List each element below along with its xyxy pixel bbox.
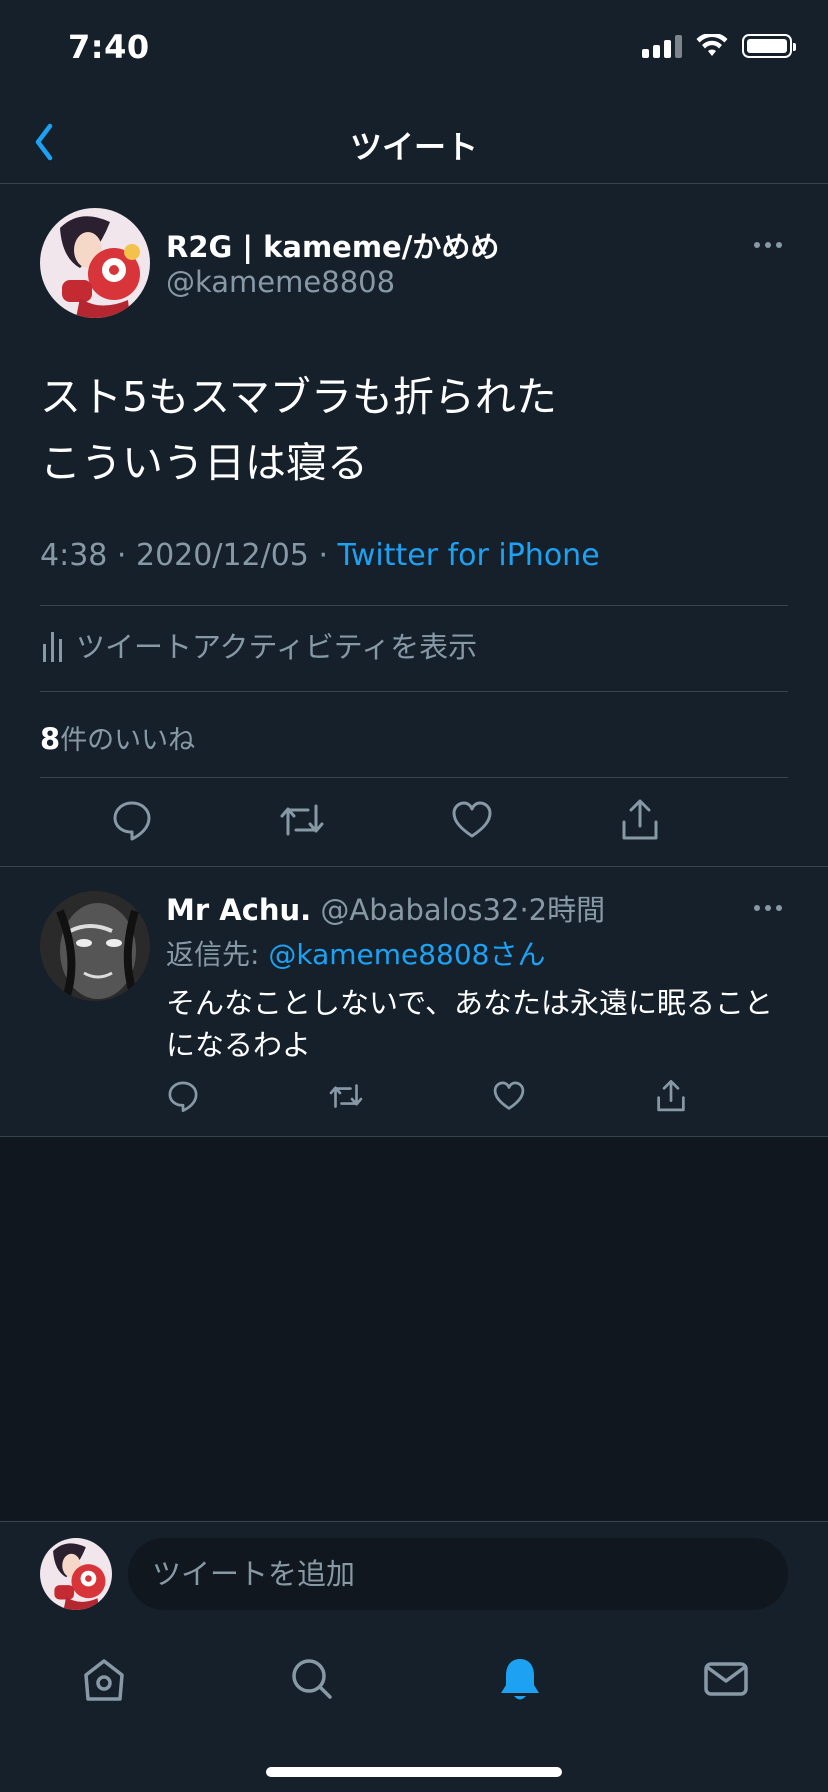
tweet-text: スト5もスマブラも折られた こういう日は寝る (40, 364, 557, 496)
meta-separator: · (107, 538, 136, 573)
tweet-detail-screen: 7:40 ツイート R2G | kameme/かめめ @kameme8808 ス… (0, 0, 828, 1792)
status-icons (642, 34, 796, 58)
author-avatar[interactable] (40, 208, 150, 318)
reply-separator: · (519, 893, 529, 927)
retweet-icon (329, 1084, 363, 1108)
bell-icon (501, 1659, 539, 1700)
retweet-button[interactable] (328, 1079, 364, 1117)
main-tweet: R2G | kameme/かめめ @kameme8808 スト5もスマブラも折ら… (0, 184, 828, 867)
cellular-signal-icon (642, 34, 682, 58)
reply-author-name[interactable]: Mr Achu. (166, 893, 311, 927)
like-button[interactable] (492, 1079, 526, 1117)
home-indicator (266, 1767, 562, 1777)
likes-label: 件のいいね (60, 725, 196, 756)
reply-time: 2時間 (528, 893, 606, 927)
reply-actions (166, 1079, 688, 1117)
status-time: 7:40 (68, 28, 150, 66)
analytics-icon (43, 632, 62, 662)
home-icon (84, 1659, 124, 1701)
reply-author-avatar[interactable] (40, 891, 150, 1001)
divider (40, 691, 788, 692)
reply-tweet[interactable]: Mr Achu. @Ababalos32·2時間 返信先: @kameme880… (0, 867, 828, 1137)
share-icon (622, 799, 658, 840)
reply-author-handle[interactable]: @Ababalos32 (320, 893, 519, 927)
tweet-actions (110, 798, 662, 846)
share-button[interactable] (618, 798, 662, 846)
comment-icon (168, 1081, 198, 1113)
reply-to-mention[interactable]: @kameme8808さん (268, 938, 545, 971)
tab-bar (0, 1625, 828, 1792)
tab-messages[interactable] (696, 1649, 756, 1709)
tweet-date: 2020/12/05 (135, 538, 309, 573)
heart-icon (493, 1081, 525, 1110)
battery-icon (742, 34, 796, 58)
reply-header: Mr Achu. @Ababalos32·2時間 (166, 887, 605, 929)
empty-area (0, 1137, 828, 1521)
likes-count: 8 (40, 722, 61, 756)
heart-icon (452, 801, 492, 838)
author-handle[interactable]: @kameme8808 (166, 265, 395, 299)
tweet-time: 4:38 (40, 538, 108, 573)
tweet-activity-link[interactable]: ツイートアクティビティを表示 (40, 624, 477, 666)
tab-home[interactable] (74, 1649, 134, 1709)
page-title: ツイート (349, 128, 478, 166)
like-button[interactable] (450, 798, 494, 846)
reply-button[interactable] (110, 798, 154, 846)
tweet-activity-label: ツイートアクティビティを表示 (76, 630, 478, 664)
reply-to: 返信先: @kameme8808さん (166, 933, 546, 973)
user-avatar[interactable] (40, 1538, 112, 1610)
status-bar: 7:40 (0, 0, 828, 100)
author-name[interactable]: R2G | kameme/かめめ (166, 224, 499, 266)
comment-icon (113, 801, 151, 841)
compose-bar (0, 1521, 828, 1625)
navigation-header: ツイート (0, 100, 828, 184)
share-icon (657, 1079, 685, 1112)
tweet-text-line: こういう日は寝る (40, 439, 368, 487)
more-icon[interactable] (754, 242, 782, 248)
compose-tweet-input[interactable] (128, 1538, 788, 1610)
reply-button[interactable] (166, 1079, 200, 1117)
divider (40, 605, 788, 606)
wifi-icon (696, 34, 728, 56)
search-icon (292, 1659, 332, 1699)
mail-icon (704, 1662, 748, 1696)
tab-search[interactable] (282, 1649, 342, 1709)
divider (40, 777, 788, 778)
more-icon[interactable] (754, 905, 782, 911)
meta-separator: · (308, 538, 338, 573)
retweet-icon (280, 804, 324, 836)
tab-notifications[interactable] (490, 1649, 550, 1709)
share-button[interactable] (654, 1079, 688, 1117)
tweet-source-link[interactable]: Twitter for iPhone (338, 538, 600, 573)
tweet-text-line: スト5もスマブラも折られた (40, 373, 557, 421)
reply-to-label: 返信先: (166, 938, 269, 971)
retweet-button[interactable] (278, 798, 326, 846)
tweet-meta: 4:38 · 2020/12/05 · Twitter for iPhone (40, 538, 600, 573)
likes-count-link[interactable]: 8件のいいね (40, 718, 195, 757)
reply-text: そんなことしないで、あなたは永遠に眠ることになるわよ (166, 986, 773, 1062)
